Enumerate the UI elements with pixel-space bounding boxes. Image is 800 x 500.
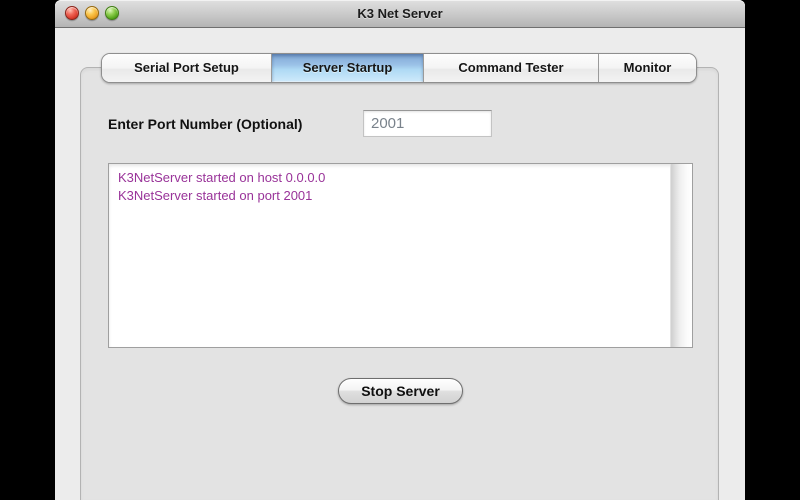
tab-bar: Serial Port Setup Server Startup Command… — [101, 53, 697, 83]
tab-monitor[interactable]: Monitor — [598, 54, 696, 82]
app-window: K3 Net Server Serial Port Setup Server S… — [55, 0, 745, 500]
window-title: K3 Net Server — [357, 6, 443, 21]
server-log[interactable]: K3NetServer started on host 0.0.0.0 K3Ne… — [108, 163, 693, 348]
stop-server-button[interactable]: Stop Server — [338, 378, 463, 404]
log-line: K3NetServer started on port 2001 — [118, 187, 313, 203]
port-number-input[interactable] — [363, 110, 492, 137]
scrollbar-track[interactable] — [670, 164, 692, 347]
desktop-background: K3 Net Server Serial Port Setup Server S… — [0, 0, 800, 500]
tab-command-tester[interactable]: Command Tester — [423, 54, 598, 82]
tab-serial-port-setup[interactable]: Serial Port Setup — [102, 54, 271, 82]
title-bar[interactable]: K3 Net Server — [55, 0, 745, 28]
log-line: K3NetServer started on host 0.0.0.0 — [118, 170, 326, 185]
port-number-label: Enter Port Number (Optional) — [108, 116, 303, 132]
tab-server-startup[interactable]: Server Startup — [271, 54, 423, 82]
